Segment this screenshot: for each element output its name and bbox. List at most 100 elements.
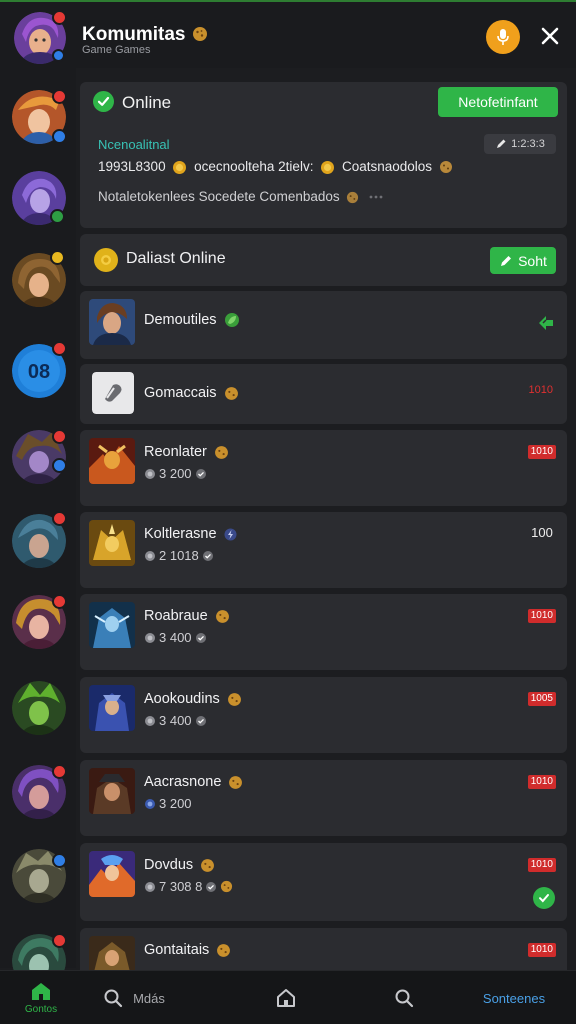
sidebar-avatar-7[interactable]	[12, 594, 67, 649]
home-icon	[32, 983, 50, 1000]
item-name-text: Gontaitais	[144, 942, 210, 958]
item-name-text: Dovdus	[144, 857, 194, 873]
section-action-label: Soht	[518, 252, 547, 269]
close-icon	[541, 27, 559, 45]
nav-house[interactable]	[266, 971, 306, 1024]
gem-icon	[145, 715, 155, 726]
notification-dot	[52, 764, 67, 779]
nav-home[interactable]: Gontos	[14, 971, 68, 1024]
status-pill-text: 1:2:3:3	[511, 138, 545, 150]
section-title: Daliast Online	[126, 250, 226, 267]
item-thumbnail[interactable]	[89, 602, 135, 648]
status-detail-c: Coatsnaodolos	[341, 159, 433, 174]
item-thumbnail[interactable]	[89, 768, 135, 814]
check-circle-icon[interactable]	[533, 887, 555, 909]
list-item[interactable]: Gomaccais 1010	[80, 364, 567, 424]
item-name-text: Demoutiles	[144, 312, 217, 328]
sidebar-avatar-9[interactable]	[12, 764, 67, 819]
item-thumbnail[interactable]	[89, 685, 135, 731]
nav-last-label: Sonteenes	[482, 990, 546, 1006]
page-title-text: Komumitas	[82, 24, 186, 45]
nav-last-tab[interactable]: Sonteenes	[462, 971, 566, 1024]
item-thumbnail[interactable]	[89, 851, 135, 897]
item-name: Gomaccais	[144, 385, 242, 401]
item-stat-value: 3 400	[159, 630, 192, 645]
item-thumbnail[interactable]	[89, 299, 135, 345]
item-name: Reonlater	[144, 444, 232, 460]
cookie-icon	[221, 880, 233, 893]
bottom-navigation: Gontos Mdás Sonteenes	[0, 970, 576, 1024]
item-badge: 100	[531, 525, 553, 540]
list-item[interactable]: Demoutiles	[80, 291, 567, 359]
more-dots-icon	[369, 196, 383, 199]
item-stat: 3 200	[144, 796, 192, 811]
cookie-icon	[224, 386, 238, 400]
item-badge: 1010	[527, 609, 556, 623]
item-stat-value: 3 400	[159, 713, 192, 728]
item-badge: 1010	[527, 858, 556, 872]
pen-icon	[501, 255, 512, 266]
item-name-text: Gomaccais	[144, 385, 217, 401]
item-thumbnail[interactable]	[92, 372, 134, 414]
nav-search[interactable]: Mdás	[94, 971, 174, 1024]
sidebar-avatar-5[interactable]	[12, 429, 67, 484]
nav-search-2[interactable]	[384, 971, 424, 1024]
item-stat: 2 1018	[144, 548, 214, 563]
sidebar-avatar-10[interactable]	[12, 849, 67, 903]
item-badge: 1010	[528, 384, 553, 396]
item-name: Roabraue	[144, 608, 233, 624]
list-item[interactable]: Koltlerasne 2 1018 100	[80, 512, 567, 588]
lightning-icon	[224, 528, 237, 541]
verified-icon	[206, 881, 217, 892]
item-thumbnail[interactable]	[89, 438, 135, 484]
sidebar-avatar-1[interactable]	[12, 89, 67, 144]
status-detail-a: 1993L8300	[98, 159, 166, 174]
status-action-button[interactable]: Netofetinfant	[438, 87, 558, 117]
search-icon	[395, 989, 414, 1008]
online-label: Online	[122, 93, 172, 112]
close-button[interactable]	[534, 20, 566, 52]
status-pill[interactable]: 1:2:3:3	[484, 134, 556, 154]
list-item[interactable]: Gontaitais 1010	[80, 928, 567, 976]
list-item[interactable]: Aookoudins 3 400 1005	[80, 677, 567, 753]
sidebar-avatar-2[interactable]	[12, 171, 66, 225]
item-stat-value: 3 200	[159, 466, 192, 481]
share-icon[interactable]	[536, 313, 556, 338]
gem-icon	[145, 632, 155, 643]
sidebar-avatar-8[interactable]	[12, 681, 66, 735]
item-stat-value: 7 308 8	[159, 879, 203, 894]
list-item[interactable]: Aacrasnone 3 200 1010	[80, 760, 567, 836]
section-action-button[interactable]: Soht	[490, 247, 556, 274]
avatar-image	[12, 681, 66, 735]
coin-icon	[321, 160, 335, 174]
item-name-text: Reonlater	[144, 444, 207, 460]
sidebar-avatar-3[interactable]	[12, 250, 66, 307]
gem-icon	[145, 881, 155, 892]
notification-dot	[52, 89, 67, 104]
sidebar-avatar-4[interactable]: 08	[12, 341, 67, 398]
item-name-text: Aookoudins	[144, 691, 220, 707]
cookie-icon	[192, 27, 207, 41]
item-thumbnail[interactable]	[89, 520, 135, 566]
status-subheading: Ncenoalitnal	[98, 137, 170, 152]
microphone-button[interactable]	[486, 20, 520, 54]
notification-dot	[52, 341, 67, 356]
cookie-icon	[214, 445, 228, 459]
verified-icon	[202, 550, 213, 561]
item-name-text: Aacrasnone	[144, 774, 222, 790]
gem-icon	[145, 798, 155, 809]
status-description-text: Notaletokenlees Socedete Comenbados	[98, 189, 340, 204]
item-stat: 3 400	[144, 630, 207, 645]
community-avatar[interactable]	[14, 10, 67, 64]
list-item[interactable]: Dovdus 7 308 8 1010	[80, 843, 567, 921]
list-item[interactable]: Reonlater 3 200 1010	[80, 430, 567, 506]
status-dot	[50, 209, 65, 224]
notification-dot	[52, 429, 67, 444]
list-item[interactable]: Roabraue 3 400 1010	[80, 594, 567, 670]
sidebar-avatar-list: 08	[0, 68, 76, 988]
sidebar-avatar-6[interactable]	[12, 511, 67, 568]
status-dot	[50, 250, 65, 265]
search-icon	[104, 989, 123, 1008]
item-stat: 3 400	[144, 713, 207, 728]
status-dot	[52, 853, 67, 868]
